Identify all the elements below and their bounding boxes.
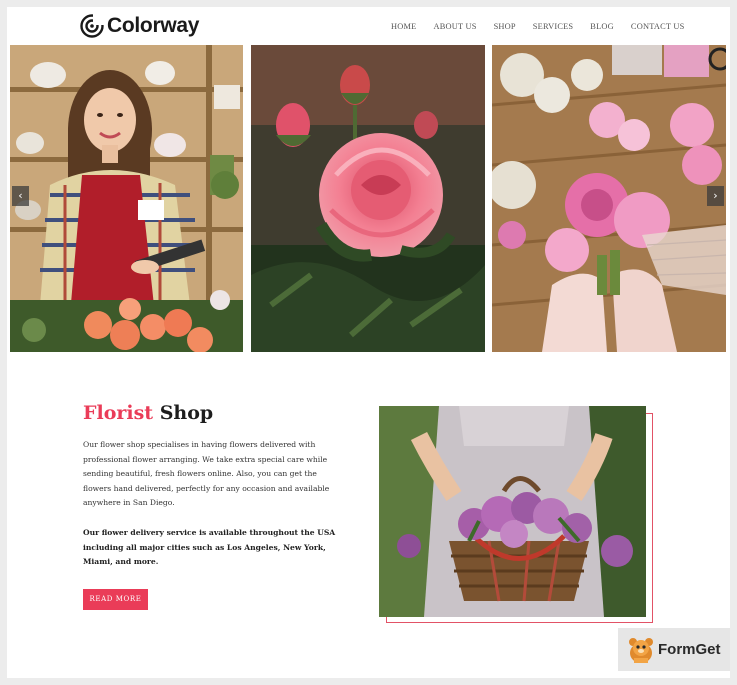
formget-mascot-icon [629, 637, 653, 663]
nav-services[interactable]: SERVICES [533, 22, 574, 31]
section-title-rest: Shop [153, 402, 214, 424]
read-more-button[interactable]: READ MORE [83, 589, 148, 610]
formget-watermark: FormGet [618, 628, 730, 671]
site-logo[interactable]: Colorway [80, 12, 199, 40]
nav-home[interactable]: HOME [391, 22, 416, 31]
site-header: Colorway HOME ABOUT US SHOP SERVICES BLO… [7, 7, 730, 45]
chevron-left-icon: ‹ [18, 189, 23, 202]
logo-text: Colorway [107, 14, 200, 37]
slider-image-bouquet [492, 45, 726, 352]
nav-shop[interactable]: SHOP [494, 22, 516, 31]
nav-about-us[interactable]: ABOUT US [433, 22, 476, 31]
page-frame: Colorway HOME ABOUT US SHOP SERVICES BLO… [7, 7, 730, 678]
logo-icon [80, 14, 104, 38]
intro-paragraph: Our flower shop specialises in having fl… [83, 440, 330, 508]
slider-image-rose [251, 45, 485, 352]
slider-prev-button[interactable]: ‹ [12, 186, 29, 206]
section-title: Florist Shop [83, 402, 213, 424]
basket-photo [379, 406, 646, 617]
section-title-accent: Florist [83, 402, 154, 424]
chevron-right-icon: › [713, 189, 718, 202]
nav-blog[interactable]: BLOG [590, 22, 614, 31]
slider-next-button[interactable]: › [707, 186, 724, 206]
slider-image-florist [10, 45, 243, 352]
nav-contact-us[interactable]: CONTACT US [631, 22, 685, 31]
formget-text: FormGet [658, 641, 721, 658]
main-nav: HOME ABOUT US SHOP SERVICES BLOG CONTACT… [391, 22, 684, 31]
delivery-paragraph: Our flower delivery service is available… [83, 528, 336, 567]
